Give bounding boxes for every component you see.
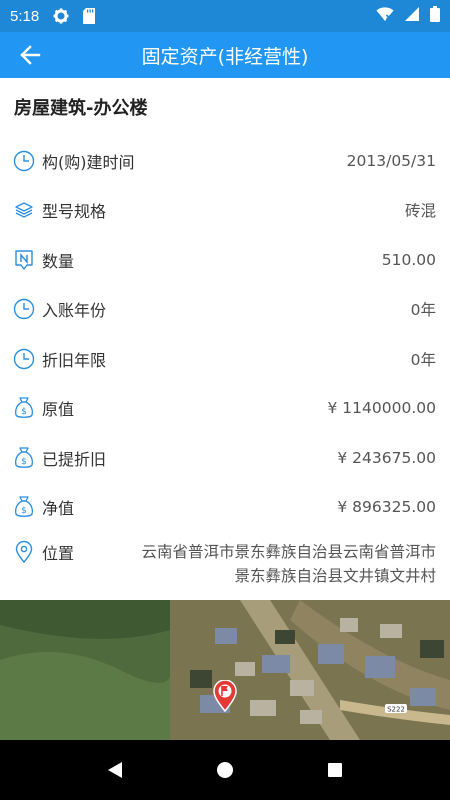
triangle-back-icon (108, 762, 122, 778)
field-row-original-value: $ 原值 ¥ 1140000.00 (0, 384, 450, 434)
page-title: 固定资产(非经营性) (141, 45, 309, 68)
field-label: 数量 (42, 251, 75, 271)
field-label: 位置 (42, 544, 75, 563)
field-row-entry-year: 入账年份 0年 (0, 285, 450, 335)
field-row-location: 位置 云南省普洱市景东彝族自治县云南省普洱市景东彝族自治县文井镇文井村 (0, 532, 450, 594)
field-label: 折旧年限 (42, 350, 107, 370)
nav-recents-button[interactable] (315, 750, 355, 790)
circle-home-icon (217, 762, 233, 778)
field-row-quantity: 数量 510.00 (0, 235, 450, 285)
location-pin-icon (12, 540, 36, 564)
field-label: 净值 (42, 499, 75, 519)
money-bag-icon: $ (12, 396, 36, 420)
field-label: 已提折旧 (42, 449, 107, 469)
nav-home-button[interactable] (205, 750, 245, 790)
battery-icon (430, 6, 440, 26)
clock-icon (12, 149, 36, 173)
satellite-map[interactable]: S222 (0, 600, 450, 740)
arrow-left-icon (20, 45, 41, 65)
navigation-bar (0, 740, 450, 800)
field-value: 砖混 (404, 202, 436, 221)
money-bag-icon: $ (12, 495, 36, 519)
asset-detail: 房屋建筑-办公楼 构(购)建时间 2013/05/31 型号规格 砖混 数量 5… (0, 78, 450, 600)
field-label: 原值 (42, 400, 75, 420)
settings-icon (53, 8, 69, 24)
svg-text:$: $ (21, 457, 27, 467)
svg-text:$: $ (21, 407, 27, 417)
signal-icon (404, 6, 420, 26)
svg-text:$: $ (21, 506, 27, 516)
field-value: 2013/05/31 (346, 151, 436, 170)
field-row-model-spec: 型号规格 砖混 (0, 186, 450, 236)
status-time: 5:18 (10, 7, 40, 25)
nav-back-button[interactable] (95, 750, 135, 790)
field-value: 0年 (410, 301, 436, 320)
wifi-off-icon (376, 6, 394, 26)
field-value: 510.00 (381, 250, 436, 269)
clock-icon (12, 347, 36, 371)
field-row-build-time: 构(购)建时间 2013/05/31 (0, 136, 450, 186)
back-button[interactable] (0, 32, 60, 78)
field-label: 构(购)建时间 (42, 152, 135, 172)
field-value: ¥ 243675.00 (337, 448, 436, 467)
asset-name: 房屋建筑-办公楼 (14, 98, 148, 119)
field-value: ¥ 1140000.00 (327, 399, 436, 418)
field-label: 型号规格 (42, 202, 107, 222)
field-row-accumulated-depreciation: $ 已提折旧 ¥ 243675.00 (0, 433, 450, 483)
field-row-net-value: $ 净值 ¥ 896325.00 (0, 483, 450, 533)
clock-icon (12, 297, 36, 321)
layers-icon (12, 198, 36, 222)
map-marker-icon[interactable] (212, 680, 238, 712)
sd-card-icon (83, 8, 96, 24)
field-value: ¥ 896325.00 (337, 498, 436, 517)
quantity-icon (12, 248, 36, 272)
field-row-depreciation-years: 折旧年限 0年 (0, 334, 450, 384)
app-bar: 固定资产(非经营性) (0, 32, 450, 78)
location-value: 云南省普洱市景东彝族自治县云南省普洱市景东彝族自治县文井镇文井村 (141, 543, 436, 585)
road-label: S222 (387, 706, 405, 714)
money-bag-icon: $ (12, 446, 36, 470)
map-imagery: S222 (0, 600, 450, 740)
field-label: 入账年份 (42, 301, 107, 321)
field-value: 0年 (410, 350, 436, 369)
status-bar: 5:18 (0, 0, 450, 32)
square-recents-icon (328, 763, 342, 777)
